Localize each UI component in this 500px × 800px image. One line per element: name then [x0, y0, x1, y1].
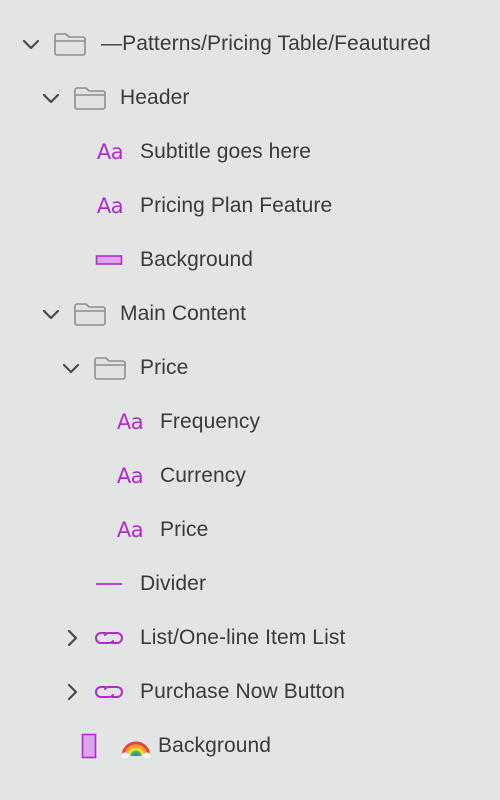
layer-label: Frequency [160, 410, 261, 433]
layer-row-patterns-pricing-table[interactable]: —Patterns/Pricing Table/Feautured [0, 17, 500, 71]
chevron-down-icon[interactable] [40, 303, 62, 325]
layer-label: Main Content [120, 302, 247, 325]
layer-label: Background [158, 734, 272, 757]
folder-icon [72, 71, 108, 125]
chevron-down-icon[interactable] [40, 87, 62, 109]
text-layer-icon: Aa [96, 140, 124, 164]
rainbow-icon [120, 719, 152, 773]
layer-label: —Patterns/Pricing Table/Feautured [101, 32, 431, 55]
layer-row-subtitle[interactable]: Aa Subtitle goes here [0, 125, 500, 179]
chevron-right-icon[interactable] [61, 681, 83, 703]
layer-row-header-background[interactable]: Background [0, 233, 500, 287]
folder-icon [72, 287, 108, 341]
rectangle-layer-icon [80, 719, 98, 773]
layer-row-price-group[interactable]: Price [0, 341, 500, 395]
layer-label: Price [160, 518, 209, 541]
chevron-right-icon[interactable] [61, 627, 83, 649]
text-layer-icon: Aa [116, 464, 144, 488]
layer-row-header[interactable]: Header [0, 71, 500, 125]
folder-icon [92, 341, 128, 395]
chevron-down-icon[interactable] [20, 33, 42, 55]
layer-label: Background [140, 248, 254, 271]
layer-label: Divider [140, 572, 207, 595]
layer-row-main-background[interactable]: Background [0, 719, 500, 773]
rectangle-layer-icon [94, 233, 124, 287]
layer-row-main-content[interactable]: Main Content [0, 287, 500, 341]
text-layer-icon: Aa [96, 194, 124, 218]
layer-list-panel: —Patterns/Pricing Table/Feautured Header… [0, 0, 500, 800]
layer-row-frequency[interactable]: Aa Frequency [0, 395, 500, 449]
layer-row-price-text[interactable]: Aa Price [0, 503, 500, 557]
layer-label: Header [120, 86, 190, 109]
layer-row-purchase-now-button[interactable]: Purchase Now Button [0, 665, 500, 719]
layer-row-currency[interactable]: Aa Currency [0, 449, 500, 503]
text-layer-icon: Aa [116, 518, 144, 542]
symbol-instance-icon [92, 665, 126, 719]
layer-label: Price [140, 356, 189, 379]
layer-row-item-list[interactable]: List/One-line Item List [0, 611, 500, 665]
layer-row-pricing-plan-feature[interactable]: Aa Pricing Plan Feature [0, 179, 500, 233]
symbol-instance-icon [92, 611, 126, 665]
layer-label: Subtitle goes here [140, 140, 312, 163]
layer-label: Pricing Plan Feature [140, 194, 333, 217]
chevron-down-icon[interactable] [60, 357, 82, 379]
folder-icon [52, 17, 88, 71]
layer-row-divider[interactable]: Divider [0, 557, 500, 611]
text-layer-icon: Aa [116, 410, 144, 434]
layer-label: List/One-line Item List [140, 626, 346, 649]
layer-label: Currency [160, 464, 246, 487]
layer-label: Purchase Now Button [140, 680, 346, 703]
line-layer-icon [94, 557, 124, 611]
